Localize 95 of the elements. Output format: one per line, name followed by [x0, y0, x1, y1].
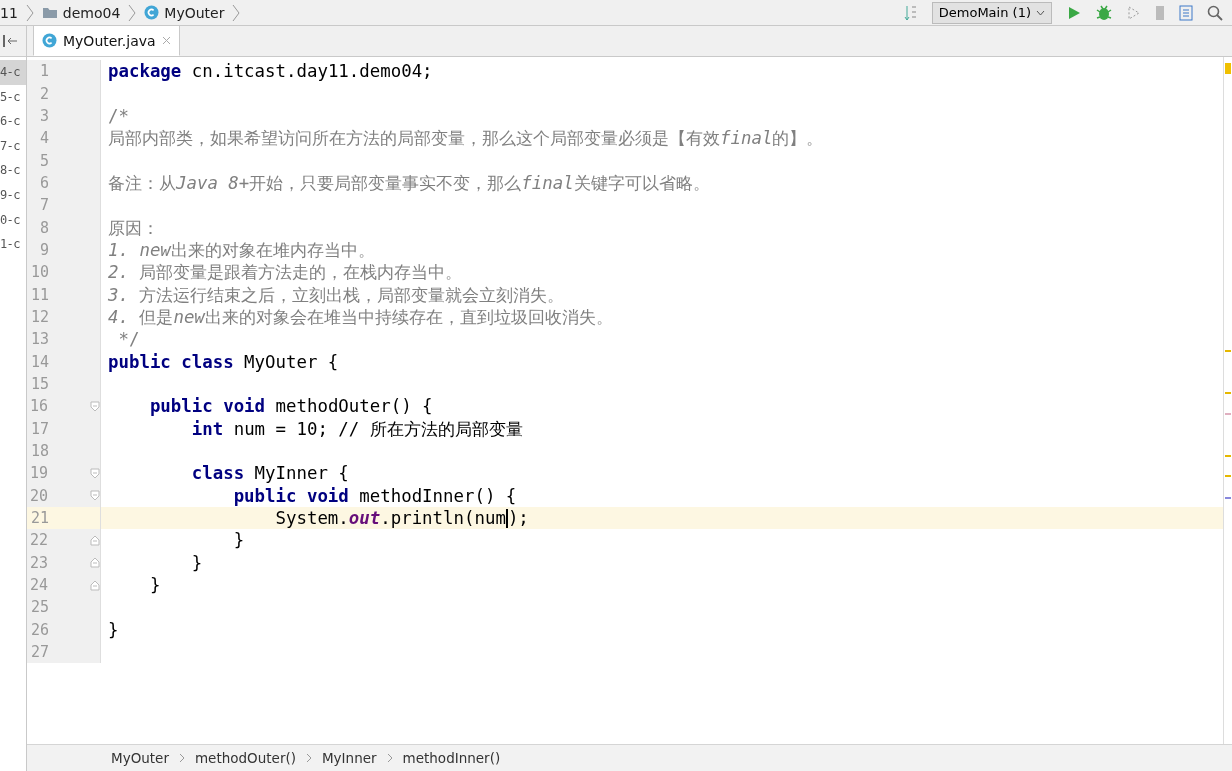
line-number: 8 [39, 218, 50, 237]
line-number: 18 [30, 442, 50, 460]
code-line: public void methodInner() { [232, 485, 517, 506]
code-line: } [190, 552, 203, 573]
line-number: 14 [30, 352, 50, 371]
breadcrumb-item[interactable]: MyInner [321, 750, 377, 766]
line-number: 11 [30, 285, 50, 304]
comment-line: /* [108, 105, 129, 126]
line-number: 6 [39, 173, 50, 192]
breadcrumb-item[interactable]: methodOuter() [194, 750, 296, 766]
comment-line: 3. 方法运行结束之后，立刻出栈，局部变量就会立刻消失。 [108, 283, 565, 307]
line-number: 23 [28, 553, 48, 572]
project-item[interactable]: 5-c [0, 84, 26, 110]
chevron-icon [386, 753, 393, 763]
chevron-icon [128, 3, 137, 22]
line-number: 24 [28, 576, 48, 595]
comment-line: 2. 局部变量是跟着方法走的，在栈内存当中。 [108, 261, 463, 285]
stop-icon[interactable] [1155, 3, 1165, 22]
project-item[interactable]: 0-c [0, 207, 26, 233]
class-icon [42, 33, 57, 48]
stripe-mark[interactable] [1225, 475, 1231, 477]
fold-icon[interactable] [90, 579, 100, 591]
comment-line: 4. 但是new出来的对象会在堆当中持续存在，直到垃圾回收消失。 [108, 305, 613, 329]
code-line: System.out.println(num); [274, 508, 529, 529]
stripe-mark[interactable] [1225, 413, 1231, 415]
chevron-icon [232, 3, 241, 22]
code-line: int num = 10; // 所在方法的局部变量 [190, 417, 523, 441]
stripe-mark[interactable] [1225, 392, 1231, 394]
line-number: 7 [39, 196, 50, 215]
stripe-mark[interactable] [1225, 455, 1231, 457]
editor-tab[interactable]: MyOuter.java [33, 25, 180, 56]
line-number: 26 [30, 620, 50, 639]
line-number: 22 [28, 531, 48, 550]
comment-line: 备注：从Java 8+开始，只要局部变量事实不变，那么final关键字可以省略。 [108, 171, 710, 195]
stripe-mark[interactable] [1225, 497, 1231, 499]
line-number: 25 [30, 598, 50, 617]
line-number: 17 [30, 419, 50, 438]
line-number: 19 [28, 464, 48, 483]
nav-crumb[interactable]: 11 [0, 4, 18, 21]
line-number: 16 [28, 397, 48, 416]
caret-icon [1036, 9, 1045, 16]
line-number: 4 [39, 129, 50, 148]
line-number: 9 [39, 240, 50, 259]
comment-line: */ [117, 329, 140, 350]
line-number: 12 [30, 307, 50, 326]
close-icon[interactable] [161, 36, 171, 45]
chevron-icon [305, 753, 312, 763]
nav-crumb[interactable]: MyOuter [144, 4, 225, 21]
line-number: 27 [30, 643, 50, 662]
inspection-status-mark[interactable] [1225, 63, 1231, 74]
collapse-icon[interactable] [2, 34, 18, 48]
comment-line: 原因： [108, 216, 159, 240]
comment-line: 1. new出来的对象在堆内存当中。 [108, 238, 375, 262]
nav-crumb[interactable]: demo04 [41, 4, 121, 21]
code-line: package cn.itcast.day11.demo04; [108, 61, 433, 82]
run-configuration-dropdown[interactable]: DemoMain (1) [931, 1, 1052, 24]
chevron-icon [25, 3, 34, 22]
project-item[interactable]: 1-c [0, 232, 26, 257]
code-line: public class MyOuter { [108, 351, 339, 372]
run-icon[interactable] [1066, 4, 1082, 21]
breadcrumb-item[interactable]: methodInner() [402, 750, 501, 766]
line-number: 3 [39, 106, 50, 125]
project-item[interactable]: 4-c [0, 60, 26, 85]
line-number: 5 [39, 151, 50, 170]
comment-line: 局部内部类，如果希望访问所在方法的局部变量，那么这个局部变量必须是【有效final的】。 [108, 127, 824, 151]
line-number: 15 [30, 375, 50, 393]
code-line: } [232, 530, 245, 551]
code-line: class MyInner { [190, 463, 349, 484]
line-number: 21 [30, 509, 50, 528]
project-item[interactable]: 8-c [0, 158, 26, 183]
line-number: 13 [30, 330, 50, 349]
fold-icon[interactable] [90, 534, 100, 546]
folder-icon [41, 6, 58, 19]
chevron-icon [178, 753, 185, 763]
line-number: 20 [28, 486, 48, 505]
structure-icon[interactable] [1178, 3, 1194, 22]
search-icon[interactable] [1207, 4, 1223, 21]
line-number: 1 [39, 62, 50, 81]
project-item[interactable]: 7-c [0, 133, 26, 159]
line-number: 2 [39, 84, 50, 103]
fold-icon[interactable] [90, 490, 100, 502]
breadcrumb-item[interactable]: MyOuter [111, 750, 169, 766]
line-number: 10 [30, 263, 50, 282]
code-line: public void methodOuter() { [148, 396, 433, 417]
fold-icon[interactable] [90, 557, 100, 569]
fold-icon[interactable] [90, 400, 100, 412]
fold-icon[interactable] [90, 467, 100, 479]
sort-icon[interactable] [903, 3, 918, 22]
project-item[interactable]: 6-c [0, 109, 26, 134]
code-line: } [148, 575, 161, 596]
bug-icon[interactable] [1095, 3, 1113, 22]
class-icon [144, 5, 160, 20]
project-item[interactable]: 9-c [0, 182, 26, 208]
code-line: } [108, 619, 119, 640]
stripe-mark[interactable] [1225, 350, 1231, 352]
